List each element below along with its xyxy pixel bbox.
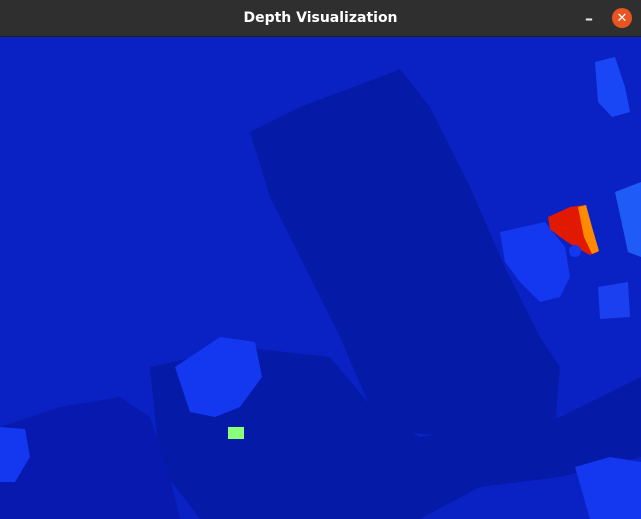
near-object-blue-dot (569, 245, 581, 257)
mid-blue-patch-mid-right (598, 282, 630, 319)
title-bar[interactable]: Depth Visualization – ✕ (0, 0, 641, 37)
depth-map (0, 37, 641, 519)
window-title: Depth Visualization (243, 10, 398, 26)
minimize-button[interactable]: – (579, 8, 599, 28)
close-icon: ✕ (616, 10, 628, 26)
close-button[interactable]: ✕ (612, 8, 632, 28)
depth-image (0, 37, 641, 519)
depth-visualization-window: Depth Visualization – ✕ (0, 0, 641, 519)
minimize-icon: – (585, 8, 593, 28)
green-speck (228, 427, 244, 439)
